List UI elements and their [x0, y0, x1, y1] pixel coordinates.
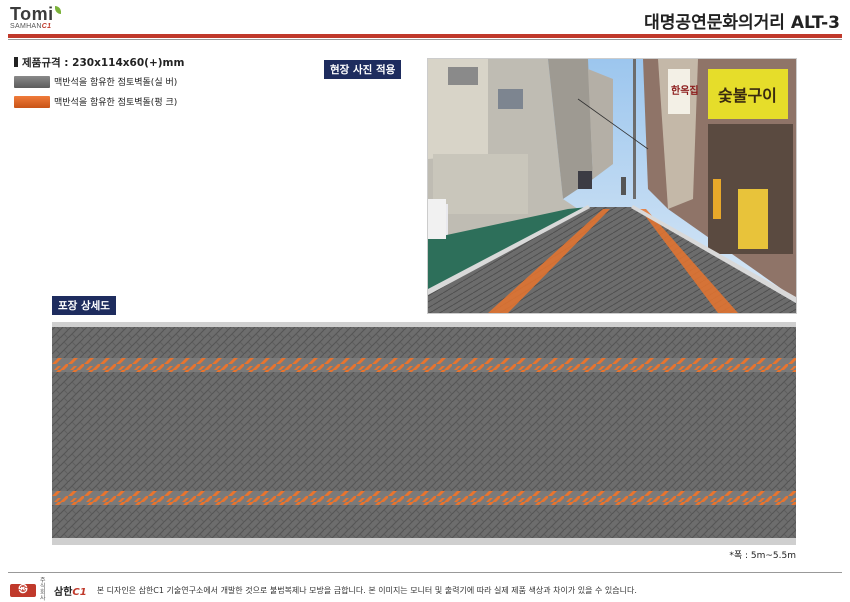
vertical-sign-text: 한옥집 [671, 85, 699, 97]
footer-disclaimer: 본 디자인은 삼한C1 기술연구소에서 개발한 것으로 불법복제나 모방을 금합… [96, 585, 637, 595]
photo-section-tag: 현장 사진 적용 [324, 60, 402, 79]
orange-brick-swatch [14, 95, 50, 108]
product-spec: 제품규격 : 230x114x60(+)mm [14, 55, 184, 70]
logo-main-text: Tomi [10, 4, 54, 24]
brand-logo: Tomi SAMHANC1 [10, 4, 61, 30]
street-scene-image: 숯불구이 한옥집 [428, 59, 796, 313]
footer-brand: 삼한C1 [54, 583, 87, 598]
width-note: *폭 : 5m~5.5m [729, 551, 796, 561]
page-title: 대명공연문화의거리 ALT-3 [644, 13, 840, 33]
footer-brand-c1: C1 [72, 586, 87, 598]
logo-sub-c1: C1 [41, 23, 52, 30]
footer: ㉿ 주식 회사 삼한C1 본 디자인은 삼한C1 기술연구소에서 개발한 것으로… [10, 578, 637, 602]
footer-rule [8, 572, 842, 573]
logo-sub-text: SAMHAN [10, 23, 42, 30]
paving-detail [52, 322, 796, 545]
leaf-icon [54, 6, 61, 14]
site-photo: 숯불구이 한옥집 [427, 58, 797, 314]
gray-brick-swatch [14, 75, 50, 88]
header-rule [8, 34, 842, 38]
product-spec-text: 제품규격 : 230x114x60(+)mm [22, 57, 185, 69]
legend-item-gray: 맥반석을 함유한 점토벽돌(실 버) [14, 75, 177, 88]
detail-section-tag: 포장 상세도 [52, 296, 116, 315]
footer-brand-name: 삼한 [54, 586, 73, 598]
footer-company-type: 주식 회사 [40, 577, 46, 602]
samhan-logo-icon: ㉿ [10, 583, 36, 597]
legend-label-gray: 맥반석을 함유한 점토벽돌(실 버) [54, 78, 178, 88]
legend-item-orange: 맥반석을 함유한 점토벽돌(펑 크) [14, 95, 177, 108]
shop-sign-text: 숯불구이 [718, 86, 777, 105]
header-rule-thin [8, 39, 842, 40]
bullet-square-icon [14, 57, 18, 67]
herringbone-pattern-image [52, 322, 796, 545]
legend-label-orange: 맥반석을 함유한 점토벽돌(펑 크) [54, 98, 178, 108]
